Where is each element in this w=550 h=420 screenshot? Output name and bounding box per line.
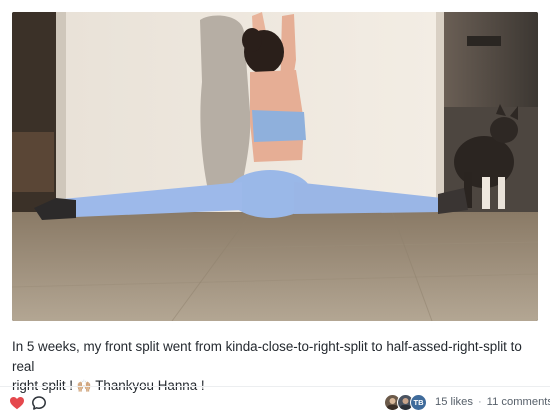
like-button[interactable] [9, 395, 25, 411]
liker-avatars[interactable]: TB [384, 394, 434, 412]
action-bar: TB 15 likes · 11 comments [0, 390, 550, 416]
heart-icon [10, 397, 24, 410]
likes-count[interactable]: 15 likes [435, 396, 473, 408]
engagement-stats: 15 likes · 11 comments [435, 396, 550, 408]
post-card: In 5 weeks, my front split went from kin… [0, 0, 550, 420]
caption-line-1: In 5 weeks, my front split went from kin… [12, 339, 522, 374]
comment-button[interactable] [31, 395, 47, 411]
post-caption: In 5 weeks, my front split went from kin… [12, 337, 532, 397]
separator-dot: · [477, 396, 482, 408]
comments-count[interactable]: 11 comments [487, 396, 550, 408]
comment-bubble-icon [32, 396, 46, 410]
split-photo-icon [12, 12, 538, 321]
divider [0, 386, 550, 387]
post-image[interactable] [12, 12, 538, 321]
avatar-initials: TB [410, 394, 427, 411]
